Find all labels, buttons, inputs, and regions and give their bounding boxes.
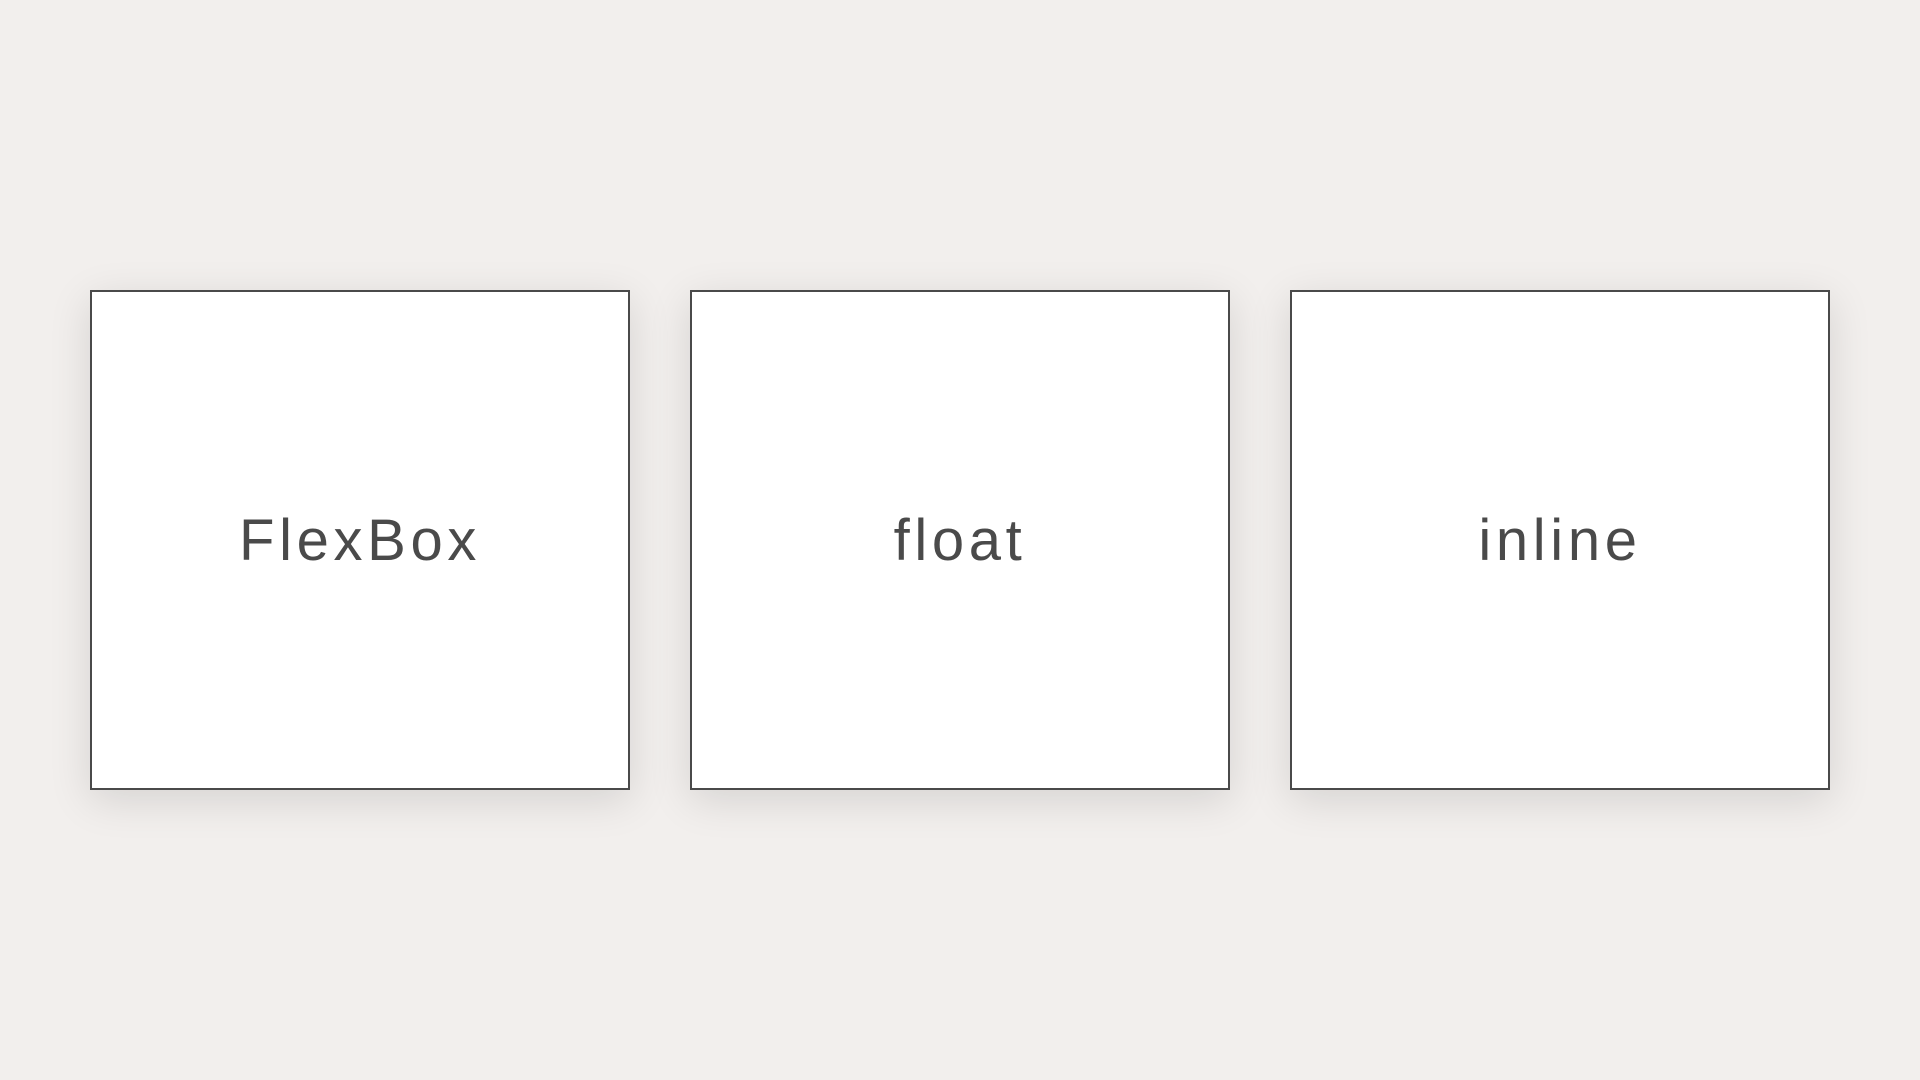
card-row: FlexBox float inline	[90, 290, 1830, 790]
card-label: inline	[1478, 507, 1641, 574]
card-inline: inline	[1290, 290, 1830, 790]
card-flexbox: FlexBox	[90, 290, 630, 790]
card-label: float	[894, 507, 1027, 574]
card-label: FlexBox	[239, 507, 481, 574]
card-float: float	[690, 290, 1230, 790]
